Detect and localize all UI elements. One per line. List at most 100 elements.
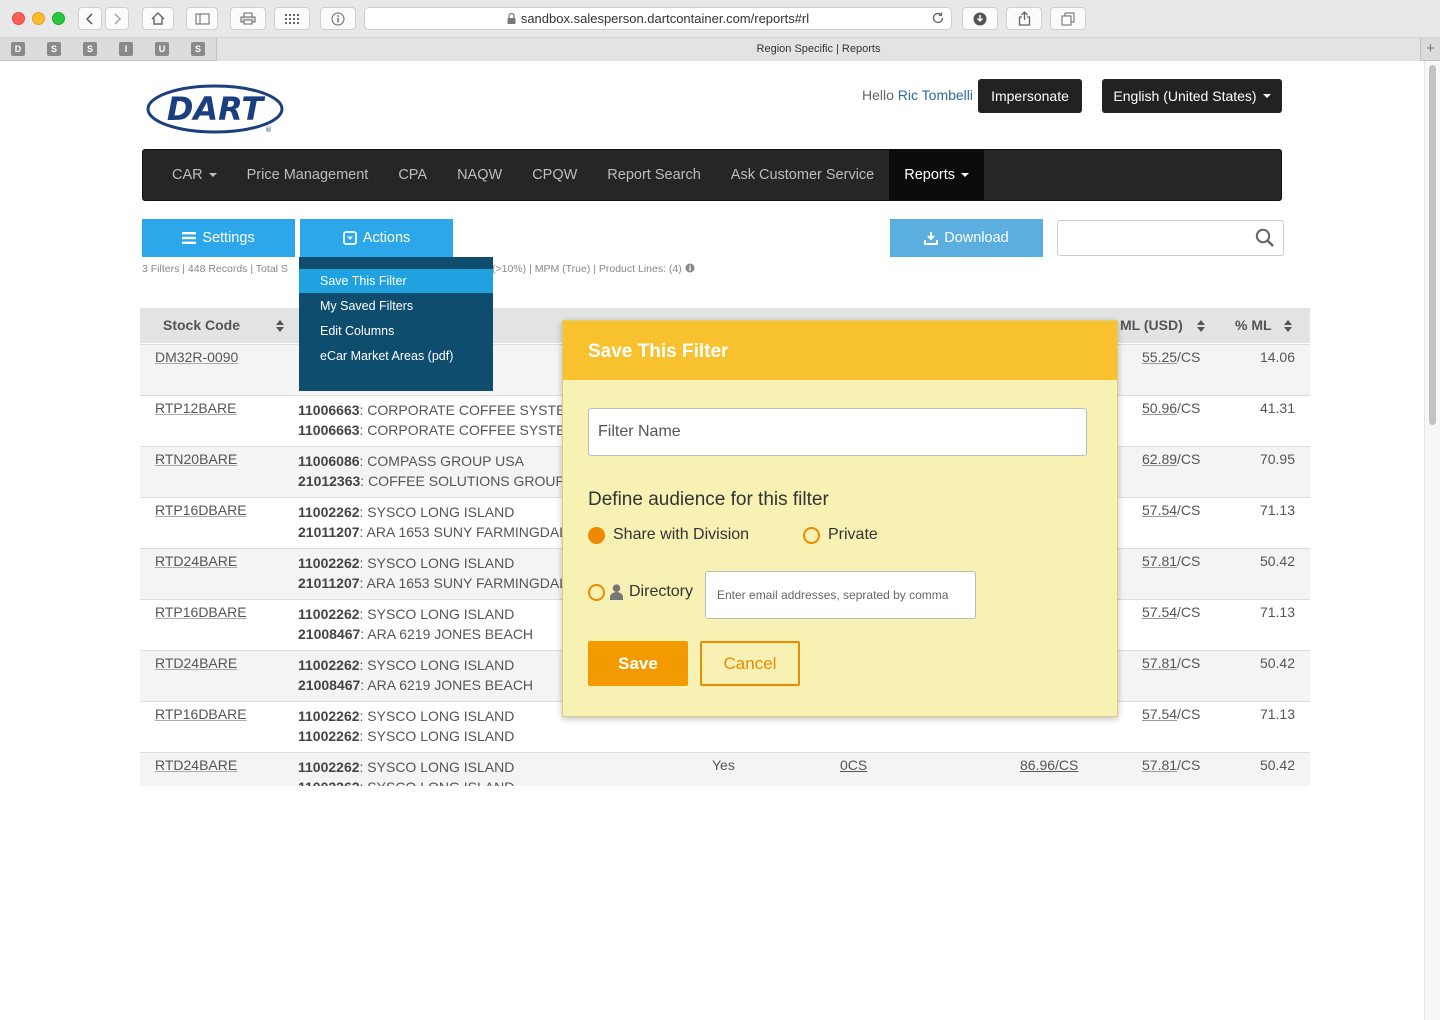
ml-amount-link[interactable]: 57.54	[1142, 502, 1177, 518]
zoom-window-button[interactable]	[52, 12, 65, 25]
favorite-d[interactable]: D	[11, 42, 25, 56]
menu-item-ecar-market-areas[interactable]: eCar Market Areas (pdf)	[299, 344, 493, 368]
share-with-division-label[interactable]: Share with Division	[613, 526, 749, 544]
email-addresses-input[interactable]: Enter email addresses, seprated by comma	[705, 571, 976, 619]
column-header-pct-ml[interactable]: % ML	[1235, 308, 1292, 343]
menu-item-edit-columns[interactable]: Edit Columns	[299, 319, 493, 343]
nav-car[interactable]: CAR	[143, 150, 232, 200]
pct-ml-value: 50.42	[1259, 757, 1295, 773]
customer-name: : CORPORATE COFFEE SYSTEMS	[359, 422, 563, 438]
customer-code: 11006663	[298, 422, 360, 438]
customer-name: : ARA 6219 JONES BEACH	[360, 677, 534, 693]
directory-label[interactable]: Directory	[629, 583, 693, 601]
print-button[interactable]	[230, 7, 266, 30]
nav-reports[interactable]: Reports	[889, 150, 985, 200]
nav-ask-customer-service[interactable]: Ask Customer Service	[716, 150, 889, 200]
menu-item-save-this-filter[interactable]: Save This Filter	[299, 269, 493, 293]
home-icon	[151, 12, 165, 25]
nav-cpa[interactable]: CPA	[383, 150, 442, 200]
pct-ml-value: 50.42	[1259, 655, 1295, 671]
actions-button[interactable]: Actions	[300, 219, 453, 257]
scrollbar-thumb[interactable]	[1429, 65, 1436, 425]
customer-name: : COFFEE SOLUTIONS GROUP	[360, 473, 563, 489]
directory-radio[interactable]	[588, 584, 605, 601]
top-sites-button[interactable]	[274, 7, 310, 30]
stock-code-link[interactable]: RTP16DBARE	[155, 706, 247, 722]
yes-value: Yes	[712, 757, 735, 773]
stock-code-link[interactable]: RTD24BARE	[155, 553, 237, 569]
stock-code-link[interactable]: RTP12BARE	[155, 400, 236, 416]
menu-item-my-saved-filters[interactable]: My Saved Filters	[299, 294, 493, 318]
nav-price-management[interactable]: Price Management	[232, 150, 384, 200]
address-bar[interactable]: sandbox.salesperson.dartcontainer.com/re…	[364, 7, 952, 30]
filter-name-input[interactable]: Filter Name	[588, 408, 1087, 456]
favorite-s[interactable]: S	[47, 42, 61, 56]
stock-code-link[interactable]: RTN20BARE	[155, 451, 237, 467]
ml-amount-link[interactable]: 57.54	[1142, 706, 1177, 722]
ml-unit: /CS	[1177, 400, 1201, 416]
info-circle-icon[interactable]	[685, 263, 695, 273]
stock-code-link[interactable]: RTP16DBARE	[155, 502, 247, 518]
column-header-stock-code[interactable]: Stock Code	[163, 308, 285, 343]
url-text: sandbox.salesperson.dartcontainer.com/re…	[520, 11, 810, 26]
private-label[interactable]: Private	[828, 526, 878, 544]
forward-button[interactable]	[105, 7, 129, 30]
minimize-window-button[interactable]	[32, 12, 45, 25]
favorite-s[interactable]: S	[191, 42, 205, 56]
caret-down-icon	[1262, 94, 1271, 98]
ml-unit: /CS	[1177, 553, 1201, 569]
nav-report-search[interactable]: Report Search	[592, 150, 716, 200]
download-button[interactable]: Download	[890, 219, 1043, 257]
language-dropdown[interactable]: English (United States)	[1102, 79, 1282, 113]
new-tab-button[interactable]: +	[1420, 38, 1440, 61]
sidebar-button[interactable]	[186, 7, 218, 30]
settings-button[interactable]: Settings	[142, 219, 295, 257]
price-value[interactable]: 86.96/CS	[1020, 757, 1078, 773]
reload-icon[interactable]	[931, 11, 945, 25]
ml-amount-link[interactable]: 57.81	[1142, 553, 1177, 569]
caret-square-down-icon	[342, 231, 357, 245]
greeting-text: Hello	[862, 87, 894, 103]
customer-line-1: 11002262: SYSCO LONG ISLAND	[298, 502, 563, 522]
impersonate-button[interactable]: Impersonate	[978, 79, 1082, 113]
ml-amount-link[interactable]: 57.54	[1142, 604, 1177, 620]
ml-unit: /CS	[1177, 349, 1201, 365]
ml-amount-link[interactable]: 50.96	[1142, 400, 1177, 416]
page-scrollbar[interactable]	[1424, 61, 1440, 1020]
ml-amount-link[interactable]: 57.81	[1142, 655, 1177, 671]
private-radio[interactable]	[803, 527, 820, 544]
stock-code-link[interactable]: DM32R-0090	[155, 349, 238, 365]
favorite-s[interactable]: S	[83, 42, 97, 56]
caret-down-icon	[961, 173, 970, 178]
nav-cpqw[interactable]: CPQW	[517, 150, 592, 200]
close-window-button[interactable]	[12, 12, 25, 25]
info-button[interactable]	[320, 7, 356, 30]
active-tab[interactable]: Region Specific | Reports	[216, 38, 1420, 61]
favorite-u[interactable]: U	[155, 42, 169, 56]
stock-code-link[interactable]: RTD24BARE	[155, 655, 237, 671]
customer-name: : COMPASS GROUP USA	[359, 453, 524, 469]
share-with-division-radio[interactable]	[588, 527, 605, 544]
caret-down-icon	[208, 173, 217, 178]
stock-code-link[interactable]: RTD24BARE	[155, 757, 237, 773]
column-header-ml[interactable]: ML (USD)	[1120, 308, 1205, 343]
favorite-i[interactable]: I	[119, 42, 133, 56]
quantity-value[interactable]: 0CS	[840, 757, 867, 773]
user-name-link[interactable]: Ric Tombelli	[898, 87, 973, 103]
home-button[interactable]	[142, 7, 174, 30]
tabs-overview-button[interactable]	[1050, 7, 1086, 30]
dart-logo[interactable]: DART ®	[146, 84, 286, 136]
cancel-button[interactable]: Cancel	[700, 641, 800, 686]
ml-amount-link[interactable]: 62.89	[1142, 451, 1177, 467]
ml-amount-link[interactable]: 57.81	[1142, 757, 1177, 773]
nav-naqw[interactable]: NAQW	[442, 150, 517, 200]
downloads-button[interactable]	[962, 7, 998, 30]
stock-code-link[interactable]: RTP16DBARE	[155, 604, 247, 620]
ml-amount-link[interactable]: 55.25	[1142, 349, 1177, 365]
save-button[interactable]: Save	[588, 641, 688, 686]
back-button[interactable]	[78, 7, 102, 30]
search-icon[interactable]	[1255, 228, 1275, 248]
search-input[interactable]	[1057, 220, 1284, 256]
customer-line-2: 21011207: ARA 1653 SUNY FARMINGDALE	[298, 573, 563, 593]
share-button[interactable]	[1006, 7, 1042, 30]
